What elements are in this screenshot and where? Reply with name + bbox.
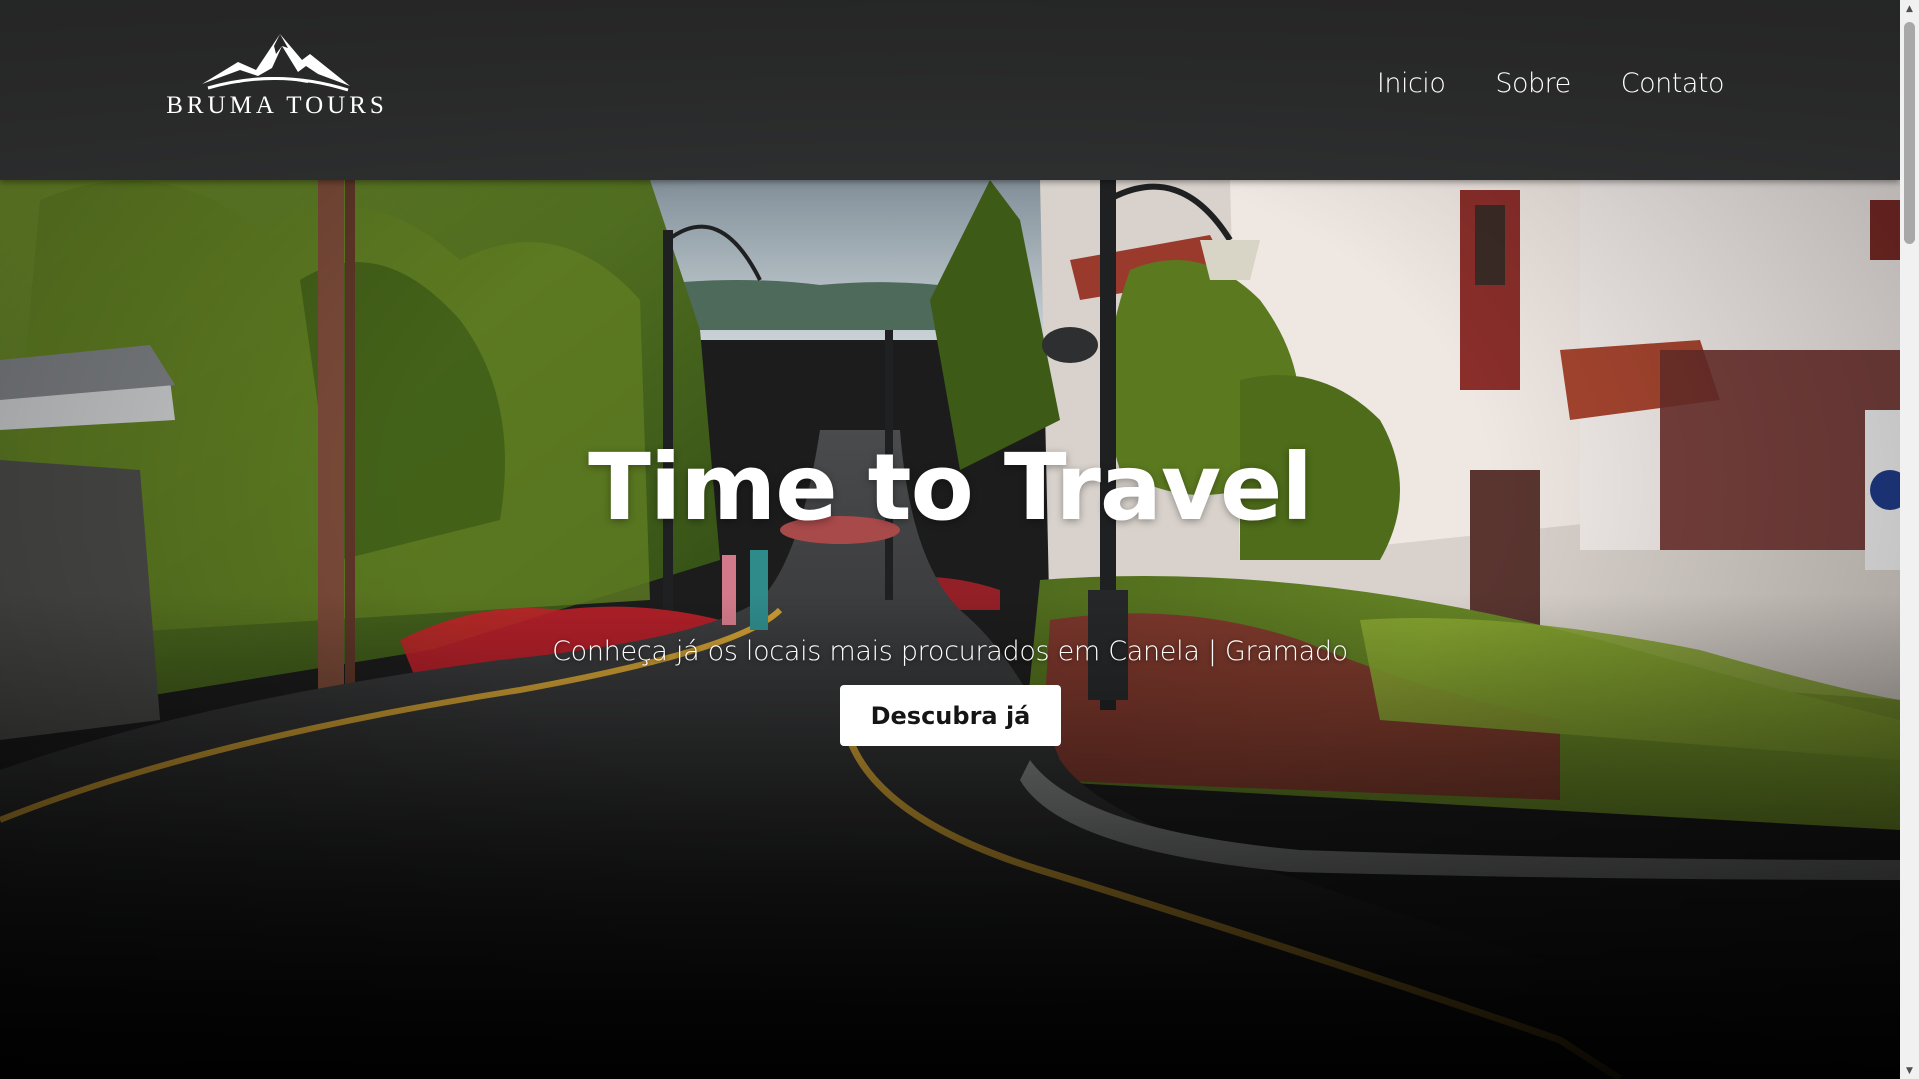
discover-button[interactable]: Descubra já [840,685,1061,746]
scroll-down-arrow-icon[interactable]: ▼ [1900,1062,1919,1079]
page-viewport: BRUMA TOURS Inicio Sobre Contato Time to… [0,0,1900,1079]
brand-name: BRUMA TOURS [166,92,388,119]
nav-link-inicio[interactable]: Inicio [1377,68,1446,99]
nav-link-contato[interactable]: Contato [1621,68,1725,99]
nav-link-sobre[interactable]: Sobre [1495,68,1571,99]
brand-logo[interactable]: BRUMA TOURS [162,24,392,124]
vertical-scrollbar[interactable]: ▲ ▼ [1900,0,1919,1079]
site-header: BRUMA TOURS Inicio Sobre Contato [0,0,1900,180]
scrollbar-thumb[interactable] [1904,22,1915,244]
mountain-icon [202,34,350,92]
scroll-up-arrow-icon[interactable]: ▲ [1900,0,1919,17]
hero-title: Time to Travel [588,434,1313,541]
main-nav: Inicio Sobre Contato [1377,68,1725,99]
hero-subtitle: Conheça já os locais mais procurados em … [552,636,1348,667]
